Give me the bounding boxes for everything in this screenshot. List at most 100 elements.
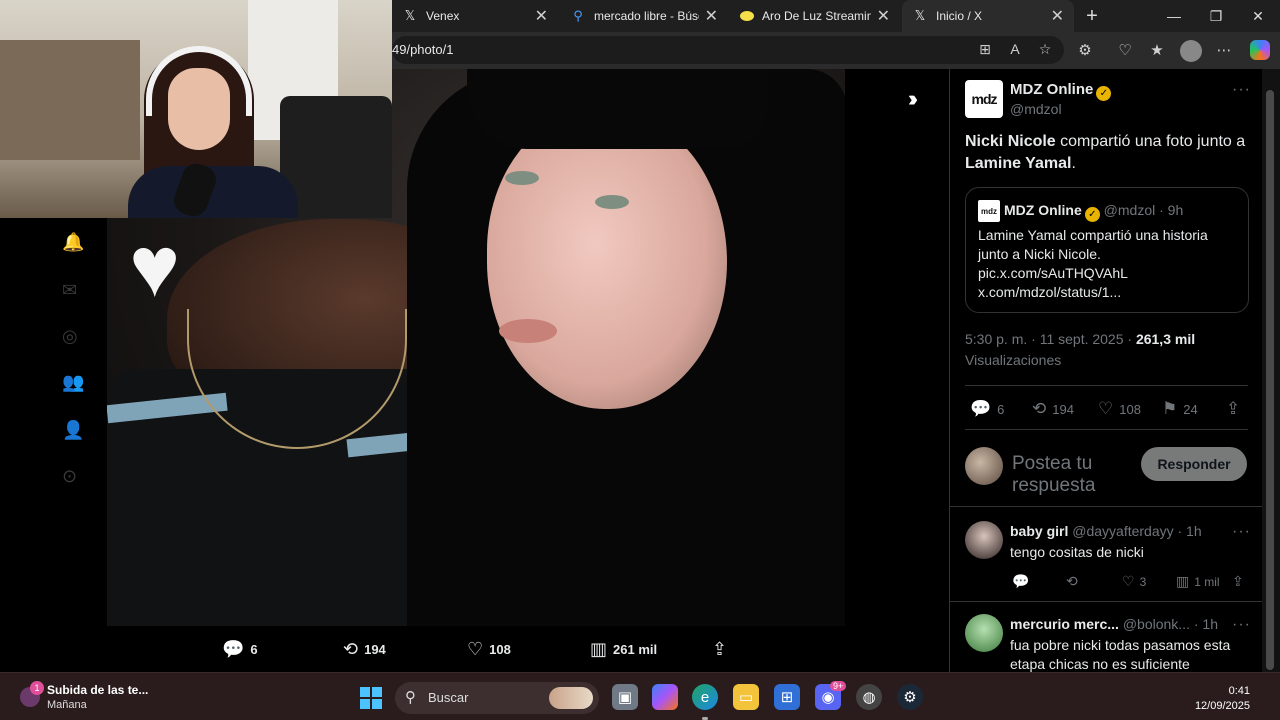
quoted-status-link[interactable]: x.com/mdzol/status/1... <box>978 283 1240 302</box>
bookmark-button[interactable]: ⚑ 24 <box>1162 399 1198 419</box>
photo-views-button[interactable]: ▥ 261 mil <box>590 639 657 660</box>
quoted-pic-link[interactable]: pic.x.com/sAuTHQVAhL <box>978 264 1240 283</box>
reply-author-row: mercurio merc... @bolonk... · 1h <box>1010 616 1218 632</box>
browser-essentials-icon[interactable]: ♡ <box>1115 41 1135 59</box>
tab-label: Aro De Luz Streaming <box>762 9 871 23</box>
new-tab-button[interactable]: + <box>1080 4 1104 28</box>
tab-mercado-libre-search[interactable]: ⚲ mercado libre - Búsqueda ✕ <box>560 0 728 32</box>
time: 0:41 <box>1228 685 1250 697</box>
expand-panel-icon[interactable]: ››› <box>908 86 918 112</box>
author-name: MDZ Online <box>1010 81 1094 98</box>
reply-text: fua pobre nicki todas pasamos esta etapa… <box>1010 637 1231 672</box>
reply-icon: 💬 <box>222 639 245 659</box>
verified-badge-icon: ✓ <box>1084 207 1100 222</box>
profile-avatar[interactable] <box>1180 40 1202 62</box>
date: 12/09/2025 <box>1194 700 1250 712</box>
copilot-icon[interactable] <box>1250 40 1270 60</box>
quoted-text: Lamine Yamal compartió una historia junt… <box>978 226 1240 302</box>
close-tab-icon[interactable]: ✕ <box>535 6 548 26</box>
quoted-author-avatar: mdz <box>978 200 1000 222</box>
app-available-icon[interactable]: ⊞ <box>976 41 994 58</box>
reply-avatar[interactable] <box>965 614 1003 652</box>
close-window-button[interactable]: ✕ <box>1236 0 1280 32</box>
share-icon: ⇪ <box>1232 573 1244 589</box>
task-view-icon[interactable]: ▣ <box>612 684 638 710</box>
reply-avatar[interactable] <box>965 521 1003 559</box>
tab-inicio-x[interactable]: 𝕏 Inicio / X ✕ <box>902 0 1074 32</box>
more-options-icon[interactable]: ··· <box>1232 616 1251 634</box>
close-tab-icon[interactable]: ✕ <box>877 6 890 26</box>
read-aloud-icon[interactable]: A <box>1006 41 1024 57</box>
tab-label: Inicio / X <box>936 9 983 23</box>
edge-browser-icon[interactable]: e <box>692 684 718 710</box>
author-avatar[interactable]: mdz <box>965 80 1003 118</box>
extensions-icon[interactable]: ⚙ <box>1075 41 1095 59</box>
repost-icon: ⟲ <box>343 639 359 659</box>
verified-badge-icon: ✓ <box>1096 86 1112 101</box>
like-button[interactable]: ♡ 108 <box>1098 399 1141 419</box>
tweet-meta: 5:30 p. m. · 11 sept. 2025 · 261,3 mil V… <box>965 329 1255 371</box>
photo-like-button[interactable]: ♡ 108 <box>467 639 511 660</box>
reply-reply-button[interactable]: 💬 <box>1012 573 1034 590</box>
current-user-avatar[interactable] <box>965 447 1003 485</box>
favorite-star-icon[interactable]: ☆ <box>1036 41 1054 58</box>
address-bar[interactable]: 49/photo/1 ⊞ A ☆ <box>392 36 1064 64</box>
photo-reply-button[interactable]: 💬 6 <box>222 639 258 660</box>
photo-share-button[interactable]: ⇪ <box>712 639 733 660</box>
notifications-icon: 🔔 <box>62 232 85 252</box>
close-tab-icon[interactable]: ✕ <box>705 6 718 26</box>
heart-icon: ♡ <box>1122 573 1135 589</box>
search-icon: ⚲ <box>405 689 416 706</box>
reply-like-button[interactable]: ♡ 3 <box>1122 573 1146 590</box>
reply-button[interactable]: 💬 6 <box>970 399 1004 419</box>
messages-icon: ✉ <box>62 280 78 300</box>
microsoft-store-icon[interactable]: ⊞ <box>774 684 800 710</box>
views-chart-icon: ▥ <box>590 639 608 659</box>
share-button[interactable]: ⇪ <box>1226 399 1246 419</box>
file-explorer-icon[interactable]: ▭ <box>733 684 759 710</box>
author-handle[interactable]: @mdzol <box>1010 101 1062 117</box>
scrollbar-thumb[interactable] <box>1266 90 1274 670</box>
webcam-overlay <box>0 0 392 218</box>
photo-repost-button[interactable]: ⟲ 194 <box>343 639 386 660</box>
more-circle-icon: ⊙ <box>62 466 78 486</box>
headset-icon <box>146 46 252 116</box>
close-tab-icon[interactable]: ✕ <box>1051 6 1064 26</box>
taskbar-search[interactable]: ⚲ Buscar <box>395 682 599 714</box>
windows-taskbar: 1 Subida de las te... Mañana ⚲ Buscar ▣ … <box>0 672 1280 720</box>
tweet-timestamp[interactable]: 5:30 p. m. · 11 sept. 2025 · <box>965 331 1136 347</box>
clock[interactable]: 0:41 12/09/2025 <box>1195 684 1250 714</box>
bookmark-icon: ⚑ <box>1162 399 1178 418</box>
notification-subtitle: Mañana <box>47 699 87 711</box>
mercadolibre-icon <box>740 11 754 21</box>
tab-aro-de-luz[interactable]: Aro De Luz Streaming ✕ <box>730 0 900 32</box>
reply-share-button[interactable]: ⇪ <box>1232 573 1249 590</box>
reply-views-button[interactable]: ▥ 1 mil <box>1176 573 1220 590</box>
reply-submit-button[interactable]: Responder <box>1141 447 1247 481</box>
windows-start-icon[interactable] <box>360 687 382 709</box>
streamer <box>128 46 298 218</box>
repost-button[interactable]: ⟲ 194 <box>1032 399 1074 419</box>
more-menu-icon[interactable]: ⋯ <box>1214 41 1234 59</box>
url-text: 49/photo/1 <box>392 42 454 57</box>
notification-title[interactable]: Subida de las te... <box>47 683 148 697</box>
reply-icon: 💬 <box>1012 573 1030 589</box>
maximize-button[interactable]: ❐ <box>1194 0 1238 32</box>
profile-icon: 👤 <box>62 420 85 440</box>
views-label: Visualizaciones <box>965 352 1062 368</box>
minimize-button[interactable]: — <box>1152 0 1196 32</box>
favorites-icon[interactable]: ★ <box>1147 41 1167 59</box>
heart-icon: ♡ <box>1098 399 1114 418</box>
reply-input[interactable]: Postea tu respuesta <box>1012 453 1132 495</box>
tab-venex[interactable]: 𝕏 Venex ✕ <box>392 0 558 32</box>
copilot-app-icon[interactable] <box>652 684 678 710</box>
more-options-icon[interactable]: ··· <box>1232 81 1251 99</box>
obs-icon[interactable]: ◍ <box>856 684 882 710</box>
quoted-tweet[interactable]: mdz MDZ Online ✓ @mdzol · 9h Lamine Yamal… <box>965 187 1249 313</box>
reply-repost-button[interactable]: ⟲ <box>1066 573 1083 590</box>
tweet-text: Nicki Nicole compartió una foto junto a … <box>965 133 1246 172</box>
photo-person-right <box>487 109 727 409</box>
steam-icon[interactable]: ⚙ <box>897 684 923 710</box>
author-name-row[interactable]: MDZ Online ✓ <box>1010 81 1112 101</box>
more-options-icon[interactable]: ··· <box>1232 523 1251 541</box>
